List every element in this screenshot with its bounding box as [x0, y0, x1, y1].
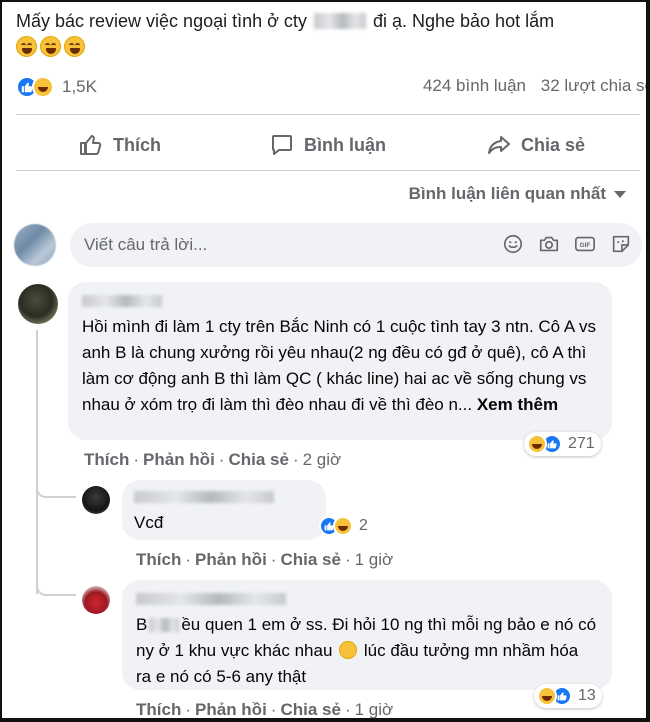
reply-meta: Thích · Phản hồi · Chia sẻ · 1 giờ [136, 550, 394, 569]
comment-sort-label: Bình luận liên quan nhất [408, 184, 606, 203]
share-button[interactable]: Chia sẻ [432, 122, 640, 168]
reply-bubble: Vcđ [122, 480, 326, 540]
chevron-down-icon [614, 190, 626, 198]
comment-meta: Thích · Phản hồi · Chia sẻ · 2 giờ [84, 450, 342, 469]
reaction-summary[interactable]: 1,5K [16, 76, 97, 98]
reply-thread-line [36, 330, 38, 594]
comment-input-placeholder: Viết câu trả lời... [84, 235, 208, 254]
like-button[interactable]: Thích [16, 122, 224, 168]
reply-author-name-blurred[interactable] [136, 590, 598, 606]
post-action-bar: Thích Bình luận Chia sẻ [16, 122, 640, 168]
rofl-emoji-icon [339, 641, 358, 659]
like-button-label: Thích [113, 134, 161, 155]
reply-share-link[interactable]: Chia sẻ [280, 550, 340, 569]
reply-like-link[interactable]: Thích [136, 700, 181, 718]
reply-reply-link[interactable]: Phản hồi [195, 550, 267, 569]
comment-button[interactable]: Bình luận [224, 122, 432, 168]
reply-share-link[interactable]: Chia sẻ [280, 700, 340, 718]
divider [16, 170, 640, 171]
share-arrow-icon [487, 136, 510, 154]
thumbs-up-icon [80, 135, 102, 155]
reaction-count: 1,5K [62, 77, 97, 96]
reply-text: Vcđ [134, 513, 164, 532]
sticker-icon[interactable] [610, 233, 632, 255]
share-count-link[interactable]: 32 lượt chia sẻ [541, 76, 646, 95]
haha-reaction-icon [527, 434, 547, 454]
comment-button-label: Bình luận [304, 134, 386, 155]
post-text: Mấy bác review việc ngoại tình ở cty đi … [16, 11, 555, 31]
comment-sort-dropdown[interactable]: Bình luận liên quan nhất [409, 184, 626, 204]
comment-bubble-icon [272, 135, 292, 155]
comment-like-link[interactable]: Thích [84, 450, 129, 469]
laughing-emoji-icon [40, 36, 61, 57]
comment-bubble: Hồi mình đi làm 1 cty trên Bắc Ninh có 1… [68, 282, 612, 440]
post-emoji-row [16, 36, 88, 63]
gif-icon[interactable]: GIF [574, 233, 596, 255]
reply-bubble: Bều quen 1 em ở ss. Đi hỏi 10 ng thì mỗi… [122, 580, 612, 690]
comment-share-link[interactable]: Chia sẻ [228, 450, 288, 469]
emoji-icon[interactable] [502, 233, 524, 255]
comment-composer[interactable]: Viết câu trả lời... GIF [70, 223, 642, 267]
current-user-avatar[interactable] [14, 224, 56, 266]
comment-timestamp[interactable]: 2 giờ [303, 450, 342, 469]
comment-count-link[interactable]: 424 bình luận [423, 76, 526, 95]
haha-reaction-icon [537, 686, 557, 706]
reply-reaction-count[interactable]: 2 [316, 514, 374, 538]
svg-text:GIF: GIF [580, 242, 591, 249]
comment-author-name-blurred[interactable] [82, 292, 598, 308]
haha-reaction-icon [333, 516, 353, 536]
reply-meta: Thích · Phản hồi · Chia sẻ · 1 giờ [136, 700, 394, 719]
divider [16, 114, 640, 115]
commenter-avatar[interactable] [82, 586, 110, 614]
comment-reaction-count[interactable]: 271 [524, 432, 601, 456]
reply-reply-link[interactable]: Phản hồi [195, 700, 267, 718]
commenter-avatar[interactable] [18, 284, 58, 324]
reply-like-link[interactable]: Thích [136, 550, 181, 569]
reply-author-name-blurred[interactable] [134, 488, 314, 504]
blurred-company-name [313, 13, 366, 29]
reply-thread-connector [36, 484, 76, 498]
reply-text: Bều quen 1 em ở ss. Đi hỏi 10 ng thì mỗi… [136, 615, 597, 686]
reply-timestamp[interactable]: 1 giờ [355, 550, 394, 569]
laughing-emoji-icon [64, 36, 85, 57]
haha-reaction-icon [32, 76, 54, 98]
blurred-text [149, 618, 180, 632]
share-button-label: Chia sẻ [520, 134, 586, 155]
comment-text: Hồi mình đi làm 1 cty trên Bắc Ninh có 1… [82, 317, 597, 414]
commenter-avatar[interactable] [82, 486, 110, 514]
facebook-post-panel: Mấy bác review việc ngoại tình ở cty đi … [0, 0, 650, 722]
reply-timestamp[interactable]: 1 giờ [355, 700, 394, 718]
comment-reply-link[interactable]: Phản hồi [143, 450, 215, 469]
see-more-link[interactable]: Xem thêm [477, 395, 558, 414]
reply-reaction-count[interactable]: 13 [534, 684, 602, 708]
camera-icon[interactable] [538, 233, 560, 255]
post-stats: 1,5K 424 bình luận 32 lượt chia sẻ [16, 76, 646, 102]
laughing-emoji-icon [16, 36, 37, 57]
reply-thread-connector [36, 582, 76, 596]
